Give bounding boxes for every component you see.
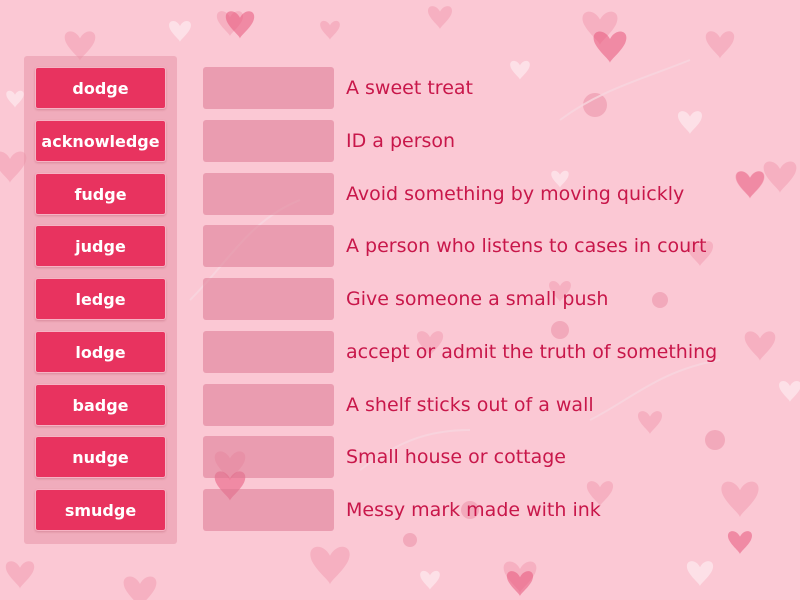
word-tile-smudge[interactable]: smudge xyxy=(35,489,166,531)
drop-slot-4[interactable] xyxy=(203,225,334,267)
drop-slot-7[interactable] xyxy=(203,384,334,426)
drop-slot-1[interactable] xyxy=(203,67,334,109)
drop-slot-8[interactable] xyxy=(203,436,334,478)
word-tile-dodge[interactable]: dodge xyxy=(35,67,166,109)
definition-3: Avoid something by moving quickly xyxy=(346,183,685,205)
drop-slot-9[interactable] xyxy=(203,489,334,531)
word-bank-panel: dodge acknowledge fudge judge ledge lodg… xyxy=(24,56,177,544)
definition-4: A person who listens to cases in court xyxy=(346,235,707,257)
definition-8: Small house or cottage xyxy=(346,446,566,468)
drop-slot-6[interactable] xyxy=(203,331,334,373)
definition-6: accept or admit the truth of something xyxy=(346,341,718,363)
word-tile-fudge[interactable]: fudge xyxy=(35,173,166,215)
drop-slot-2[interactable] xyxy=(203,120,334,162)
drop-slot-5[interactable] xyxy=(203,278,334,320)
word-tile-lodge[interactable]: lodge xyxy=(35,331,166,373)
word-tile-acknowledge[interactable]: acknowledge xyxy=(35,120,166,162)
definition-1: A sweet treat xyxy=(346,77,473,99)
definition-5: Give someone a small push xyxy=(346,288,609,310)
definition-9: Messy mark made with ink xyxy=(346,499,601,521)
word-tile-badge[interactable]: badge xyxy=(35,384,166,426)
word-tile-ledge[interactable]: ledge xyxy=(35,278,166,320)
word-tile-nudge[interactable]: nudge xyxy=(35,436,166,478)
definition-2: ID a person xyxy=(346,130,456,152)
definition-7: A shelf sticks out of a wall xyxy=(346,394,594,416)
drop-slot-3[interactable] xyxy=(203,173,334,215)
word-tile-judge[interactable]: judge xyxy=(35,225,166,267)
